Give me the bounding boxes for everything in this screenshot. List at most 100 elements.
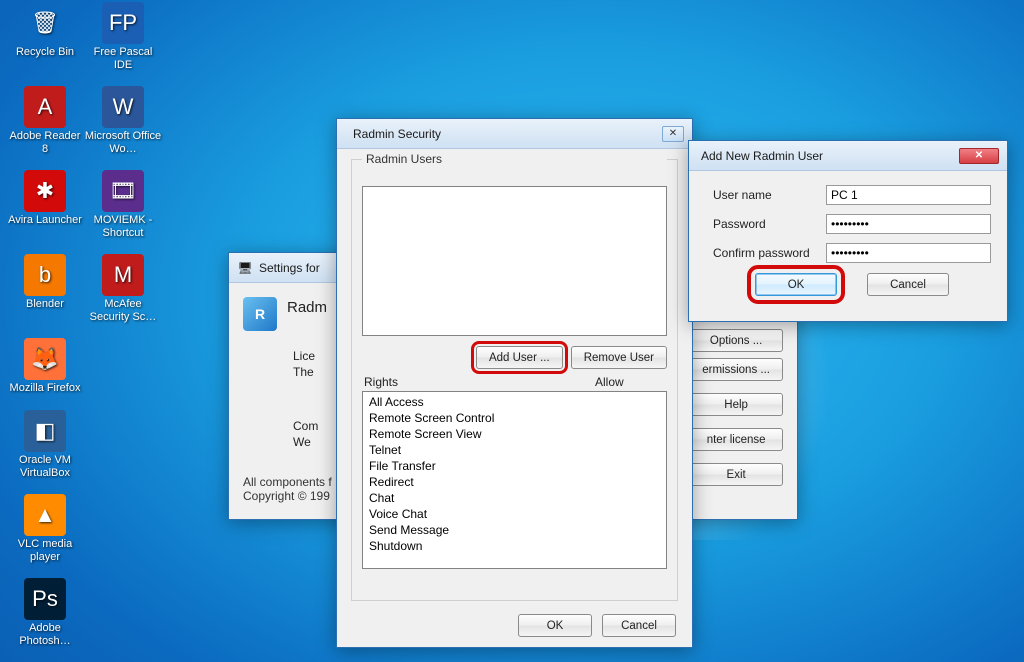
app-icon: A	[24, 86, 66, 128]
options-button[interactable]: Options ...	[689, 329, 783, 352]
desktop-icon-label: Microsoft Office Wo…	[84, 130, 162, 155]
allow-column-header: Allow	[595, 375, 665, 389]
allow-cell	[590, 443, 660, 457]
desktop-icon-label: McAfee Security Sc…	[84, 298, 162, 323]
username-input[interactable]	[826, 185, 991, 205]
app-icon: W	[102, 86, 144, 128]
titlebar-add-user[interactable]: Add New Radmin User ✕	[689, 141, 1007, 171]
allow-cell	[590, 507, 660, 521]
rights-row[interactable]: Remote Screen View	[367, 426, 662, 442]
rights-row[interactable]: Telnet	[367, 442, 662, 458]
allow-cell	[590, 395, 660, 409]
the-label: The	[293, 365, 314, 379]
product-name: Radm	[287, 299, 327, 316]
desktop-icon-label: Recycle Bin	[6, 46, 84, 59]
app-icon: 🖥	[237, 260, 253, 276]
group-label: Radmin Users	[362, 152, 667, 166]
allow-cell	[590, 411, 660, 425]
desktop-icon[interactable]: ✱Avira Launcher	[6, 170, 84, 227]
we-label: We	[293, 435, 311, 449]
desktop-icon[interactable]: 🦊 Mozilla Firefox	[6, 338, 84, 395]
desktop-icon-label: VLC media player	[6, 538, 84, 563]
desktop-icon[interactable]: WMicrosoft Office Wo…	[84, 86, 162, 155]
app-icon: 🦊	[24, 338, 66, 380]
ok-button[interactable]: OK	[518, 614, 592, 637]
title-text: Add New Radmin User	[697, 149, 955, 163]
rights-listbox[interactable]: All AccessRemote Screen ControlRemote Sc…	[362, 391, 667, 569]
rights-row[interactable]: All Access	[367, 394, 662, 410]
right-name: File Transfer	[369, 459, 590, 473]
confirm-password-input[interactable]	[826, 243, 991, 263]
rights-row[interactable]: Redirect	[367, 474, 662, 490]
desktop-icon-label: Mozilla Firefox	[6, 382, 84, 395]
com-label: Com	[293, 419, 318, 433]
right-name: Voice Chat	[369, 507, 590, 521]
app-icon: 🎞	[102, 170, 144, 212]
title-text: Radmin Security	[345, 127, 658, 141]
desktop-icon[interactable]: 🎞MOVIEMK - Shortcut	[84, 170, 162, 239]
username-label: User name	[713, 188, 826, 202]
permissions-button[interactable]: ermissions ...	[689, 358, 783, 381]
cancel-button[interactable]: Cancel	[867, 273, 949, 296]
allow-cell	[590, 427, 660, 441]
confirm-password-label: Confirm password	[713, 246, 826, 260]
right-name: Shutdown	[369, 539, 590, 553]
ok-button[interactable]: OK	[755, 273, 837, 296]
rights-row[interactable]: Chat	[367, 490, 662, 506]
copyright-line2: Copyright © 199	[243, 489, 332, 503]
allow-cell	[590, 539, 660, 553]
allow-cell	[590, 475, 660, 489]
desktop-icon-label: MOVIEMK - Shortcut	[84, 214, 162, 239]
desktop-icon[interactable]: b Blender	[6, 254, 84, 311]
desktop-icon[interactable]: AAdobe Reader 8	[6, 86, 84, 155]
rights-row[interactable]: File Transfer	[367, 458, 662, 474]
desktop-icon-label: Adobe Reader 8	[6, 130, 84, 155]
rights-row[interactable]: Remote Screen Control	[367, 410, 662, 426]
exit-button[interactable]: Exit	[689, 463, 783, 486]
window-radmin-security: Radmin Security ✕ Radmin Users Add User …	[336, 118, 693, 648]
desktop-icon[interactable]: ▲VLC media player	[6, 494, 84, 563]
password-input[interactable]	[826, 214, 991, 234]
radmin-users-group: Radmin Users Add User ... Remove User Ri…	[351, 159, 678, 601]
settings-buttons-column: Options ... ermissions ... Help nter lic…	[689, 329, 783, 486]
remove-user-button[interactable]: Remove User	[571, 346, 667, 369]
help-button[interactable]: Help	[689, 393, 783, 416]
desktop-icon[interactable]: MMcAfee Security Sc…	[84, 254, 162, 323]
desktop-icon-label: Avira Launcher	[6, 214, 84, 227]
product-icon: R	[243, 297, 277, 331]
rights-column-header: Rights	[364, 375, 595, 389]
right-name: Chat	[369, 491, 590, 505]
app-icon: b	[24, 254, 66, 296]
close-icon[interactable]: ✕	[959, 148, 999, 164]
app-icon: ▲	[24, 494, 66, 536]
cancel-button[interactable]: Cancel	[602, 614, 676, 637]
copyright-line1: All components f	[243, 475, 332, 489]
app-icon: Ps	[24, 578, 66, 620]
users-listbox[interactable]	[362, 186, 667, 336]
license-label: Lice	[293, 349, 315, 363]
window-add-user: Add New Radmin User ✕ User name Password…	[688, 140, 1008, 322]
rights-row[interactable]: Voice Chat	[367, 506, 662, 522]
right-name: Telnet	[369, 443, 590, 457]
titlebar-radmin[interactable]: Radmin Security ✕	[337, 119, 692, 149]
close-icon[interactable]: ✕	[662, 126, 684, 142]
allow-cell	[590, 459, 660, 473]
right-name: Send Message	[369, 523, 590, 537]
desktop-icon[interactable]: 🗑Recycle Bin	[6, 2, 84, 59]
enter-license-button[interactable]: nter license	[689, 428, 783, 451]
desktop-icon[interactable]: PsAdobe Photosh…	[6, 578, 84, 647]
desktop-icon[interactable]: FPFree Pascal IDE	[84, 2, 162, 71]
add-user-button[interactable]: Add User ...	[476, 346, 563, 369]
app-icon: M	[102, 254, 144, 296]
app-icon: ◧	[24, 410, 66, 452]
desktop-icon[interactable]: ◧Oracle VM VirtualBox	[6, 410, 84, 479]
allow-cell	[590, 523, 660, 537]
desktop-icon-label: Oracle VM VirtualBox	[6, 454, 84, 479]
desktop-icon-label: Blender	[6, 298, 84, 311]
rights-row[interactable]: Shutdown	[367, 538, 662, 554]
right-name: Redirect	[369, 475, 590, 489]
rights-row[interactable]: Send Message	[367, 522, 662, 538]
right-name: All Access	[369, 395, 590, 409]
right-name: Remote Screen View	[369, 427, 590, 441]
app-icon: FP	[102, 2, 144, 44]
